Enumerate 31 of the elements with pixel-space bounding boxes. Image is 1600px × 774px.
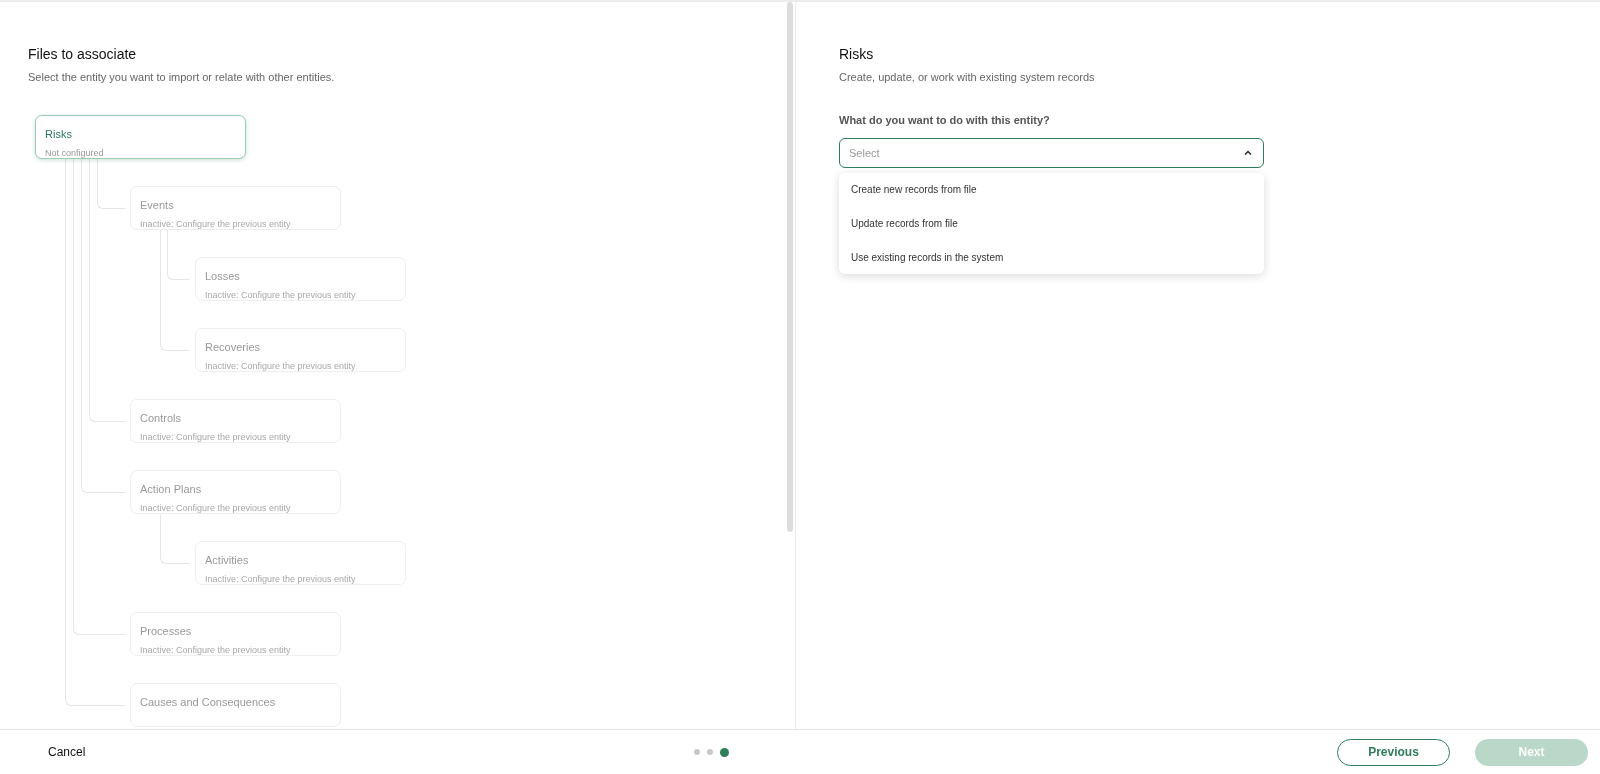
chevron-up-icon xyxy=(1243,148,1253,158)
question-label: What do you want to do with this entity? xyxy=(839,114,1051,126)
entity-title: Losses xyxy=(205,270,240,282)
scrollbar-thumb[interactable] xyxy=(787,2,793,532)
dropdown-option[interactable]: Create new records from file xyxy=(839,173,1264,206)
entity-status: Not configured xyxy=(45,148,104,158)
entity-title: Events xyxy=(140,199,174,211)
entity-status: Inactive: Configure the previous entity xyxy=(140,432,291,442)
previous-button[interactable]: Previous xyxy=(1337,738,1450,766)
dropdown-option[interactable]: Use existing records in the system xyxy=(839,240,1264,274)
entity-status: Inactive: Configure the previous entity xyxy=(140,645,291,655)
entity-status: Inactive: Configure the previous entity xyxy=(205,574,356,584)
entity-title: Recoveries xyxy=(205,341,261,353)
panel-title: Files to associate xyxy=(28,46,138,62)
panel-title: Risks xyxy=(839,46,875,62)
select-field[interactable]: Select xyxy=(839,138,1264,168)
cancel-button[interactable]: Cancel xyxy=(48,745,86,759)
panel-description: Create, update, or work with existing system records xyxy=(839,71,1096,83)
entity-title: Processes xyxy=(140,625,192,637)
entity-card[interactable]: Risks Not configured xyxy=(35,115,246,159)
panel-description: Select the entity you want to import or relate with other entities. xyxy=(28,71,336,83)
entity-status: Inactive: Configure the previous entity xyxy=(205,361,356,371)
entity-title: Causes and Consequences xyxy=(140,696,276,708)
entity-status: Inactive: Configure the previous entity xyxy=(140,219,291,229)
entity-title: Risks xyxy=(45,128,72,140)
entity-status: Inactive: Configure the previous entity xyxy=(205,290,356,300)
dropdown-option[interactable]: Update records from file xyxy=(839,206,1264,240)
entity-status: Inactive: Configure the previous entity xyxy=(140,503,291,513)
entity-title: Activities xyxy=(205,554,249,566)
entity-title: Action Plans xyxy=(140,483,202,495)
entity-title: Controls xyxy=(140,412,181,424)
